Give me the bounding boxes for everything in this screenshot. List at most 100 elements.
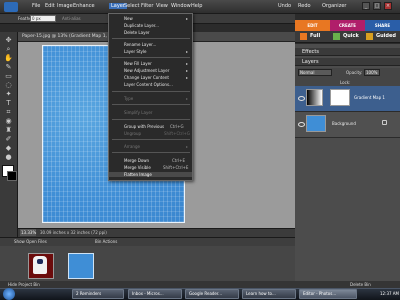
blur-tool-icon[interactable]: ● <box>2 153 15 162</box>
menu-window[interactable]: Window <box>171 3 191 9</box>
document-info: 30.09 inches x 32 inches (72 ppi) <box>40 230 107 235</box>
gradient-map-thumbnail <box>306 89 323 106</box>
subtab-full[interactable]: Full <box>310 33 320 39</box>
menu-item-new-adjustment-layer[interactable]: New Adjustment Layer <box>124 68 169 73</box>
menu-item-type: Type <box>124 96 134 101</box>
submenu-arrow-icon: ▸ <box>186 96 189 101</box>
layer-name: Background <box>332 121 356 126</box>
zoom-level-field[interactable]: 13.33% <box>20 229 36 236</box>
menu-separator <box>112 119 190 120</box>
menu-image[interactable]: Image <box>57 3 73 9</box>
subtab-guided[interactable]: Guided <box>376 33 396 39</box>
shortcut-label: Ctrl+E <box>172 158 185 163</box>
menu-separator <box>112 38 190 39</box>
menu-item-change-layer-content[interactable]: Change Layer Content <box>124 75 169 80</box>
menu-item-flatten-image[interactable]: Flatten Image <box>109 172 192 177</box>
menu-file[interactable]: File <box>32 3 40 9</box>
submenu-arrow-icon: ▸ <box>186 61 189 66</box>
menu-select[interactable]: Select <box>124 3 139 9</box>
menu-filter[interactable]: Filter <box>141 3 153 9</box>
menu-edit[interactable]: Edit <box>45 3 55 9</box>
bin-footer <box>0 281 400 288</box>
taskbar-button[interactable]: Inbox - Micros... <box>128 289 182 299</box>
minimize-button[interactable]: _ <box>362 2 370 10</box>
layers-panel-header[interactable]: Layers <box>295 58 400 66</box>
taskbar-button[interactable]: Learn how to... <box>242 289 296 299</box>
quick-fix-icon <box>333 33 340 40</box>
menu-item-merge-down[interactable]: Merge Down <box>124 158 149 163</box>
magic-wand-tool-icon[interactable]: ✦ <box>2 90 15 99</box>
effects-panel-header[interactable]: Effects <box>295 48 400 56</box>
menu-item-new[interactable]: New <box>124 16 133 21</box>
menu-enhance[interactable]: Enhance <box>73 3 95 9</box>
system-clock: 12:37 AM <box>380 291 399 296</box>
feather-input[interactable]: 0 px <box>30 15 56 22</box>
start-button-icon[interactable] <box>3 288 15 300</box>
submenu-arrow-icon: ▸ <box>186 16 189 21</box>
blend-mode-select[interactable]: Normal <box>298 69 332 76</box>
hand-tool-icon[interactable]: ✋ <box>2 54 15 63</box>
close-button[interactable]: × <box>384 2 392 10</box>
maximize-button[interactable]: □ <box>373 2 381 10</box>
crop-tool-icon[interactable]: ⌗ <box>2 108 15 117</box>
shortcut-label: Ctrl+G <box>170 124 184 129</box>
layer-mask-thumbnail[interactable] <box>330 89 350 106</box>
bin-actions-menu[interactable]: Bin Actions <box>95 239 117 244</box>
brush-tool-icon[interactable]: ✐ <box>2 135 15 144</box>
taskbar-button-active[interactable]: Editor - Photos... <box>299 289 357 299</box>
clone-stamp-tool-icon[interactable]: ♜ <box>2 126 15 135</box>
tab-share[interactable]: SHARE <box>365 20 400 31</box>
menu-item-new-fill-layer[interactable]: New Fill Layer <box>124 61 152 66</box>
submenu-arrow-icon: ▸ <box>186 68 189 73</box>
background-thumbnail <box>306 115 326 132</box>
type-tool-icon[interactable]: T <box>2 99 15 108</box>
opacity-label: Opacity: <box>346 70 363 75</box>
guided-edit-icon <box>366 33 373 40</box>
marquee-tool-icon[interactable]: ▭ <box>2 72 15 81</box>
paint-bucket-tool-icon[interactable]: ◆ <box>2 144 15 153</box>
menu-view[interactable]: View <box>156 3 168 9</box>
background-color-swatch[interactable] <box>7 171 17 181</box>
submenu-arrow-icon: ▸ <box>186 75 189 80</box>
show-open-files-dropdown[interactable]: Show Open Files <box>14 239 47 244</box>
menu-item-arrange: Arrange <box>124 144 140 149</box>
menu-item-merge-visible[interactable]: Merge Visible <box>124 165 151 170</box>
taskbar-button[interactable]: 2 Reminders <box>72 289 124 299</box>
thumbnail-figure-face <box>37 259 43 264</box>
lock-icon <box>382 120 387 125</box>
move-tool-icon[interactable]: ✥ <box>2 36 15 45</box>
menu-item-delete-layer[interactable]: Delete Layer <box>124 30 150 35</box>
visibility-eye-icon[interactable] <box>298 96 305 101</box>
undo-button[interactable]: Undo <box>278 3 291 9</box>
shortcut-label: Shift+Ctrl+E <box>163 165 189 170</box>
tab-edit[interactable]: EDIT <box>295 20 330 31</box>
menu-separator <box>112 152 190 153</box>
shortcut-label: Shift+Ctrl+G <box>164 131 191 136</box>
menu-item-simplify-layer: Simplify Layer <box>124 110 153 115</box>
menu-separator <box>112 139 190 140</box>
menu-item-ungroup: Ungroup <box>124 131 142 136</box>
opacity-input[interactable]: 100% <box>364 69 380 76</box>
hide-project-bin-button[interactable]: Hide Project Bin <box>8 282 40 287</box>
menu-item-layer-content-options[interactable]: Layer Content Options... <box>124 82 173 87</box>
zoom-tool-icon[interactable]: ⌕ <box>2 45 15 54</box>
lasso-tool-icon[interactable]: ◌ <box>2 81 15 90</box>
bin-thumbnail-paper[interactable] <box>68 253 94 279</box>
delete-bin-button[interactable]: Delete Bin <box>350 282 371 287</box>
menu-item-rename-layer[interactable]: Rename Layer... <box>124 42 156 47</box>
redo-button[interactable]: Redo <box>298 3 311 9</box>
organizer-button[interactable]: Organizer <box>322 3 346 9</box>
taskbar-button[interactable]: Google Reader... <box>185 289 239 299</box>
anti-alias-checkbox[interactable]: Anti-alias <box>62 16 81 21</box>
subtab-quick[interactable]: Quick <box>343 33 359 39</box>
visibility-eye-icon[interactable] <box>298 122 305 127</box>
tab-create[interactable]: CREATE <box>330 20 365 31</box>
submenu-arrow-icon: ▸ <box>186 144 189 149</box>
red-eye-tool-icon[interactable]: ◉ <box>2 117 15 126</box>
menu-item-layer-style[interactable]: Layer Style <box>124 49 146 54</box>
layer-name: Gradient Map 1 <box>354 95 385 100</box>
menu-help[interactable]: Help <box>191 3 202 9</box>
eyedropper-tool-icon[interactable]: ✎ <box>2 63 15 72</box>
menu-item-group-with-previous[interactable]: Group with Previous <box>124 124 164 129</box>
menu-item-duplicate-layer[interactable]: Duplicate Layer... <box>124 23 159 28</box>
